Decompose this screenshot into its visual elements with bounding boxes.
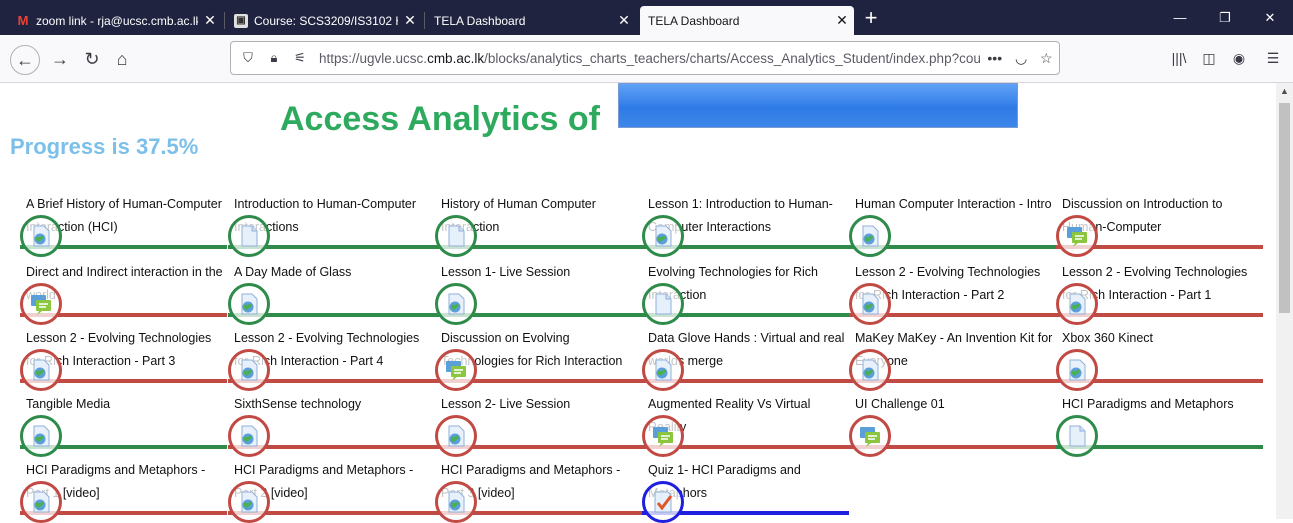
url-icon[interactable] bbox=[1056, 283, 1098, 325]
activity-item[interactable]: Data Glove Hands : Virtual and real worl… bbox=[642, 327, 849, 391]
activity-item[interactable]: Augmented Reality Vs Virtual Reality bbox=[642, 393, 849, 457]
activity-item[interactable]: HCI Paradigms and Metaphors - Part 2 [vi… bbox=[228, 459, 435, 523]
activity-item[interactable]: Lesson 2 - Evolving Technologies for Ric… bbox=[228, 327, 435, 391]
activity-item[interactable]: Lesson 2 - Evolving Technologies for Ric… bbox=[1056, 261, 1263, 325]
activity-item[interactable]: Lesson 2 - Evolving Technologies for Ric… bbox=[849, 261, 1056, 325]
url-icon[interactable] bbox=[435, 481, 477, 523]
close-icon[interactable]: ✕ bbox=[830, 12, 854, 29]
activity-item[interactable]: Discussion on Introduction to Human-Comp… bbox=[1056, 193, 1263, 257]
url-icon[interactable] bbox=[1056, 349, 1098, 391]
permissions-icon[interactable]: ⚟ bbox=[291, 50, 309, 66]
activity-item[interactable]: Tangible Media bbox=[20, 393, 227, 457]
url-icon[interactable] bbox=[849, 215, 891, 257]
gmail-icon: M bbox=[17, 13, 29, 28]
tab-label: zoom link - rja@ucsc.cmb.ac.lk bbox=[36, 13, 198, 28]
url-icon[interactable] bbox=[228, 481, 270, 523]
file-icon[interactable] bbox=[435, 215, 477, 257]
activity-item[interactable]: Xbox 360 Kinect bbox=[1056, 327, 1263, 391]
lock-icon[interactable]: 🔒︎ bbox=[265, 50, 283, 66]
library-icon[interactable]: |||\ bbox=[1168, 47, 1190, 69]
tab-separator bbox=[424, 12, 425, 29]
scroll-up-arrow-icon[interactable]: ▲ bbox=[1276, 83, 1293, 100]
page-title: Access Analytics of bbox=[280, 100, 600, 138]
moodle-icon: ▣ bbox=[234, 13, 248, 28]
browser-tab-tela-dashboard-active[interactable]: TELA Dashboard ✕ bbox=[640, 6, 854, 35]
browser-tab-tela-dashboard[interactable]: TELA Dashboard ✕ bbox=[426, 6, 636, 35]
restore-icon[interactable]: ❐ bbox=[1205, 6, 1245, 30]
activity-item[interactable]: Direct and Indirect interaction in the w… bbox=[20, 261, 227, 325]
url-icon[interactable] bbox=[849, 349, 891, 391]
address-bar[interactable]: ⛉ 🔒︎ ⚟ https://ugvle.ucsc.cmb.ac.lk/bloc… bbox=[230, 41, 1060, 75]
url-icon[interactable] bbox=[435, 283, 477, 325]
close-icon[interactable]: ✕ bbox=[612, 12, 636, 29]
activity-item[interactable]: History of Human Computer Interaction bbox=[435, 193, 642, 257]
activity-item[interactable]: UI Challenge 01 bbox=[849, 393, 1056, 457]
close-icon[interactable]: ✕ bbox=[398, 12, 422, 29]
url-icon[interactable] bbox=[228, 349, 270, 391]
activity-item[interactable]: Discussion on Evolving Technologies for … bbox=[435, 327, 642, 391]
reload-icon[interactable]: ↻ bbox=[80, 47, 104, 71]
pocket-icon[interactable]: ◡ bbox=[1015, 50, 1027, 67]
shield-icon[interactable]: ⛉ bbox=[239, 50, 257, 66]
tab-separator bbox=[224, 12, 225, 29]
tab-label: TELA Dashboard bbox=[648, 13, 740, 28]
file-icon[interactable] bbox=[1056, 415, 1098, 457]
activity-item[interactable]: Evolving Technologies for Rich Interacti… bbox=[642, 261, 849, 325]
progress-text: Progress is 37.5% bbox=[10, 134, 199, 159]
url-icon[interactable] bbox=[228, 283, 270, 325]
forum-icon[interactable] bbox=[435, 349, 477, 391]
browser-tab-bar: M zoom link - rja@ucsc.cmb.ac.lk ✕ ▣ Cou… bbox=[0, 0, 1293, 35]
forum-icon[interactable] bbox=[849, 415, 891, 457]
browser-tab-zoom-link[interactable]: M zoom link - rja@ucsc.cmb.ac.lk ✕ bbox=[8, 6, 222, 35]
back-arrow-icon[interactable]: ← bbox=[10, 45, 40, 75]
activity-item[interactable]: Lesson 1- Live Session bbox=[435, 261, 642, 325]
forward-arrow-icon[interactable]: → bbox=[48, 47, 72, 71]
activity-item[interactable]: HCI Paradigms and Metaphors - Part 1 [vi… bbox=[20, 459, 227, 523]
activity-item[interactable]: Lesson 2 - Evolving Technologies for Ric… bbox=[20, 327, 227, 391]
window-close-icon[interactable]: ✕ bbox=[1250, 6, 1290, 30]
home-icon[interactable]: ⌂ bbox=[110, 47, 134, 71]
close-icon[interactable]: ✕ bbox=[198, 12, 222, 29]
forum-icon[interactable] bbox=[642, 415, 684, 457]
forum-icon[interactable] bbox=[1056, 215, 1098, 257]
url-icon[interactable] bbox=[20, 415, 62, 457]
url-icon[interactable] bbox=[642, 349, 684, 391]
bookmark-star-icon[interactable]: ☆ bbox=[1040, 50, 1053, 67]
url-icon[interactable] bbox=[20, 349, 62, 391]
tab-label: TELA Dashboard bbox=[434, 13, 526, 28]
minimize-icon[interactable]: — bbox=[1160, 6, 1200, 30]
page-scrollbar[interactable]: ▲ bbox=[1276, 83, 1293, 519]
quiz-icon[interactable] bbox=[642, 481, 684, 523]
activity-item[interactable]: A Day Made of Glass bbox=[228, 261, 435, 325]
activity-item[interactable]: Quiz 1- HCI Paradigms and Metaphors bbox=[642, 459, 849, 523]
activity-item[interactable]: MaKey MaKey - An Invention Kit for Every… bbox=[849, 327, 1056, 391]
activity-item[interactable]: Introduction to Human-Computer Interacti… bbox=[228, 193, 435, 257]
url-icon[interactable] bbox=[20, 215, 62, 257]
browser-tab-course[interactable]: ▣ Course: SCS3209/IS3102 Human ✕ bbox=[226, 6, 422, 35]
forum-icon[interactable] bbox=[20, 283, 62, 325]
menu-icon[interactable]: ☰ bbox=[1262, 47, 1284, 69]
activity-item[interactable]: HCI Paradigms and Metaphors - Part 3 [vi… bbox=[435, 459, 642, 523]
url-icon[interactable] bbox=[642, 215, 684, 257]
new-tab-button[interactable]: + bbox=[858, 6, 884, 32]
url-icon[interactable] bbox=[435, 415, 477, 457]
url-icon[interactable] bbox=[849, 283, 891, 325]
activity-item[interactable]: Human Computer Interaction - Intro bbox=[849, 193, 1056, 257]
activity-item[interactable]: Lesson 2- Live Session bbox=[435, 393, 642, 457]
page-actions-menu-icon[interactable]: ••• bbox=[987, 50, 1002, 67]
redacted-student-name bbox=[618, 83, 1018, 128]
url-text[interactable]: https://ugvle.ucsc.cmb.ac.lk/blocks/anal… bbox=[319, 51, 981, 66]
url-icon[interactable] bbox=[228, 415, 270, 457]
scrollbar-thumb[interactable] bbox=[1279, 103, 1290, 313]
activity-item[interactable]: HCI Paradigms and Metaphors bbox=[1056, 393, 1263, 457]
activity-item[interactable]: SixthSense technology bbox=[228, 393, 435, 457]
activity-item[interactable]: A Brief History of Human-Computer Intera… bbox=[20, 193, 227, 257]
tab-label: Course: SCS3209/IS3102 Human bbox=[254, 13, 398, 28]
file-icon[interactable] bbox=[228, 215, 270, 257]
file-icon[interactable] bbox=[642, 283, 684, 325]
account-icon[interactable]: ◉ bbox=[1228, 47, 1250, 69]
url-icon[interactable] bbox=[20, 481, 62, 523]
sidebar-icon[interactable]: ◫ bbox=[1198, 47, 1220, 69]
activity-item[interactable]: Lesson 1: Introduction to Human-Computer… bbox=[642, 193, 849, 257]
